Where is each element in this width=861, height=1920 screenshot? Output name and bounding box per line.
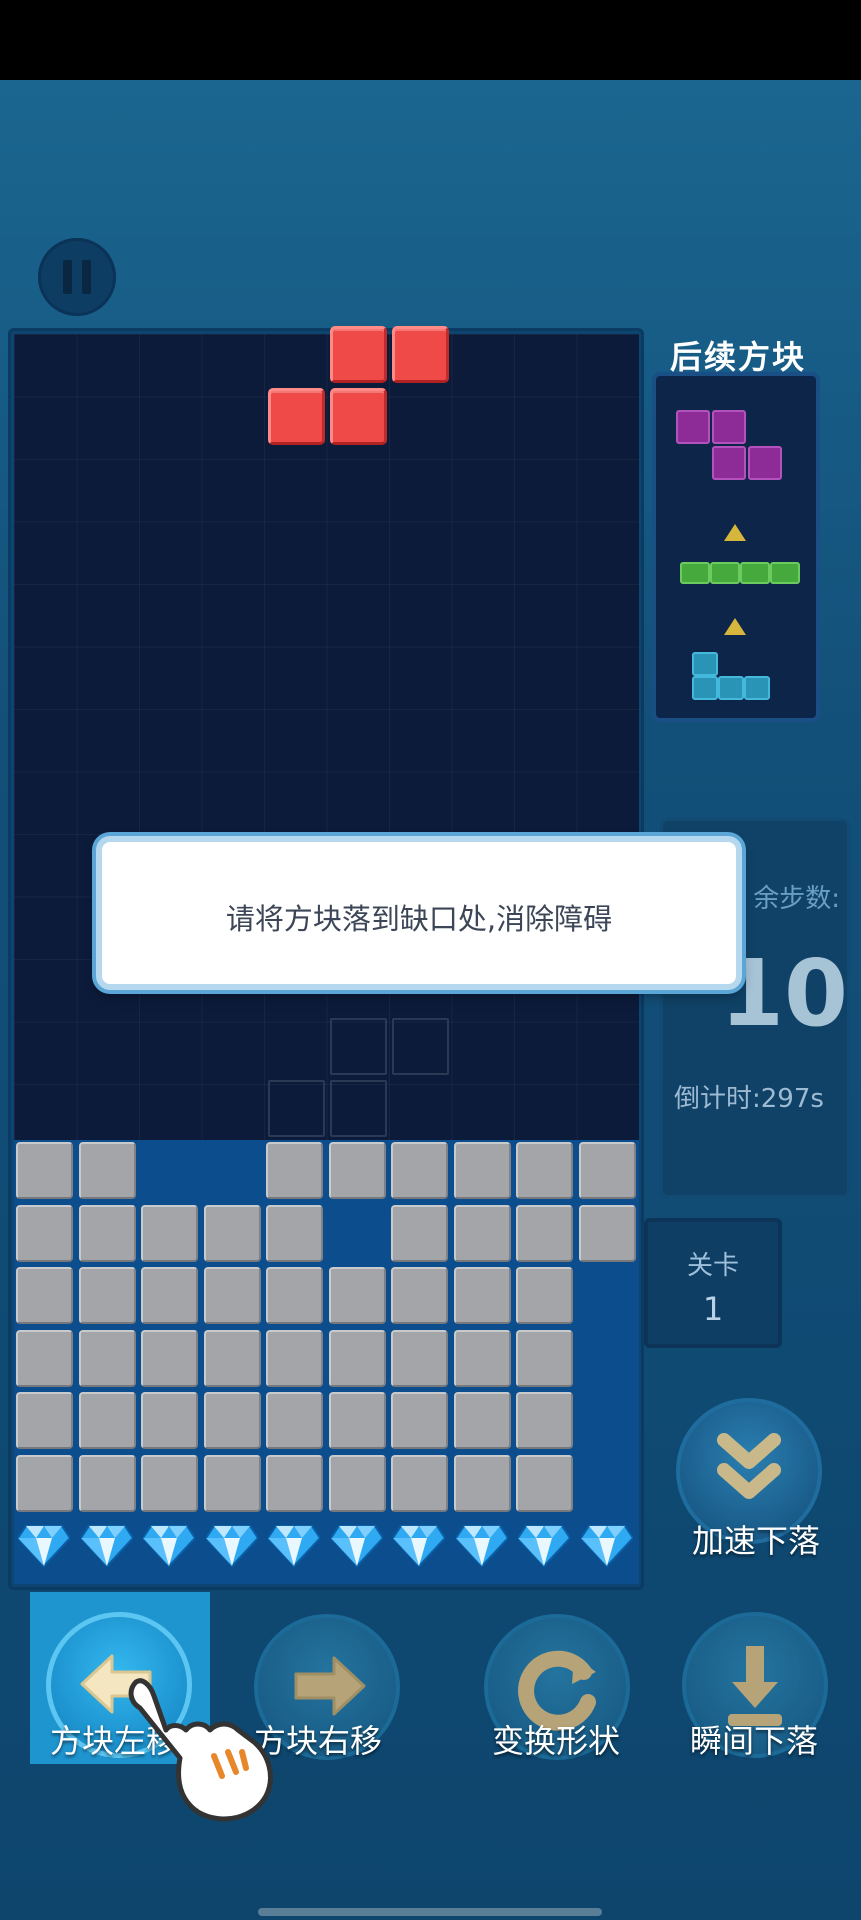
locked-block [16, 1329, 73, 1387]
locked-block [203, 1392, 261, 1449]
locked-block [328, 1267, 386, 1324]
locked-block [266, 1392, 323, 1449]
queue-arrow-icon [724, 524, 746, 541]
active-piece-block [330, 326, 387, 383]
ghost-piece-block [392, 1018, 449, 1075]
locked-block [516, 1392, 573, 1449]
locked-block [266, 1142, 323, 1199]
locked-block [203, 1204, 261, 1262]
diamond-icon [580, 1525, 633, 1568]
diamond-icon [205, 1525, 258, 1568]
next-piece-block [740, 562, 770, 584]
next-piece-block [744, 676, 770, 700]
countdown-timer: 倒计时:297s [674, 1084, 824, 1114]
next-piece-block [676, 410, 710, 444]
locked-block [516, 1454, 573, 1512]
locked-block [266, 1329, 323, 1387]
locked-block [391, 1329, 448, 1387]
diamond-icon [455, 1525, 508, 1568]
locked-block [453, 1454, 511, 1512]
locked-block [578, 1142, 636, 1199]
locked-block [78, 1267, 136, 1324]
locked-block [203, 1454, 261, 1512]
next-piece-block [692, 676, 718, 700]
locked-block [328, 1392, 386, 1449]
locked-block [78, 1454, 136, 1512]
home-indicator[interactable] [258, 1908, 602, 1916]
locked-block [453, 1267, 511, 1324]
pointing-hand-icon [128, 1678, 273, 1822]
locked-block [78, 1329, 136, 1387]
locked-block [391, 1267, 448, 1324]
diamond-icon [330, 1525, 383, 1568]
locked-block [16, 1142, 73, 1199]
locked-block [16, 1454, 73, 1512]
locked-block [203, 1329, 261, 1387]
locked-block [141, 1392, 198, 1449]
diamond-icon [393, 1525, 445, 1568]
locked-block [516, 1329, 573, 1387]
next-piece-block [748, 446, 782, 480]
locked-block [453, 1142, 511, 1199]
level-value: 1 [702, 1290, 724, 1328]
diamond-icon [143, 1525, 195, 1568]
locked-block [328, 1142, 386, 1199]
diamond-icon [80, 1525, 133, 1568]
active-piece-block [330, 388, 387, 445]
locked-block [16, 1204, 73, 1262]
next-pieces-panel [652, 372, 820, 722]
next-piece-block [712, 446, 746, 480]
locked-block [78, 1204, 136, 1262]
locked-block [141, 1329, 198, 1387]
locked-block [391, 1204, 448, 1262]
locked-block [453, 1329, 511, 1387]
locked-block [391, 1142, 448, 1199]
level-label: 关卡 [686, 1251, 739, 1281]
locked-block [141, 1204, 198, 1262]
diamond-icon [518, 1525, 570, 1568]
instant-drop-label: 瞬间下落 [690, 1722, 819, 1760]
locked-block [78, 1142, 136, 1199]
next-piece-block [770, 562, 800, 584]
locked-block [328, 1454, 386, 1512]
locked-block [266, 1267, 323, 1324]
diamond-icon [268, 1525, 320, 1568]
locked-block [266, 1204, 323, 1262]
locked-block [516, 1142, 573, 1199]
pause-button[interactable] [38, 238, 116, 316]
rotate-label: 变换形状 [492, 1722, 621, 1760]
next-piece-block [712, 410, 746, 444]
locked-block [266, 1454, 323, 1512]
locked-block [78, 1392, 136, 1449]
next-piece-block [680, 562, 710, 584]
locked-block [391, 1392, 448, 1449]
status-bar [0, 0, 861, 80]
diamond-icon [18, 1525, 70, 1568]
locked-block [453, 1392, 511, 1449]
locked-block [578, 1204, 636, 1262]
locked-block [328, 1329, 386, 1387]
locked-block [391, 1454, 448, 1512]
locked-block [16, 1267, 73, 1324]
next-piece-block [710, 562, 740, 584]
locked-block [16, 1392, 73, 1449]
active-piece-block [268, 388, 325, 445]
ghost-piece-block [330, 1018, 387, 1075]
queue-arrow-icon [724, 618, 746, 635]
ghost-piece-block [268, 1080, 325, 1137]
locked-block [453, 1204, 511, 1262]
locked-block [516, 1204, 573, 1262]
ghost-piece-block [330, 1080, 387, 1137]
next-piece-block [718, 676, 744, 700]
locked-block [141, 1454, 198, 1512]
speed-drop-label: 加速下落 [692, 1522, 821, 1560]
level-panel [644, 1218, 782, 1348]
hint-text: 请将方块落到缺口处,消除障碍 [225, 902, 613, 936]
locked-block [141, 1267, 198, 1324]
locked-block [203, 1267, 261, 1324]
active-piece-block [392, 326, 449, 383]
locked-block [516, 1267, 573, 1324]
next-piece-block [692, 652, 718, 676]
